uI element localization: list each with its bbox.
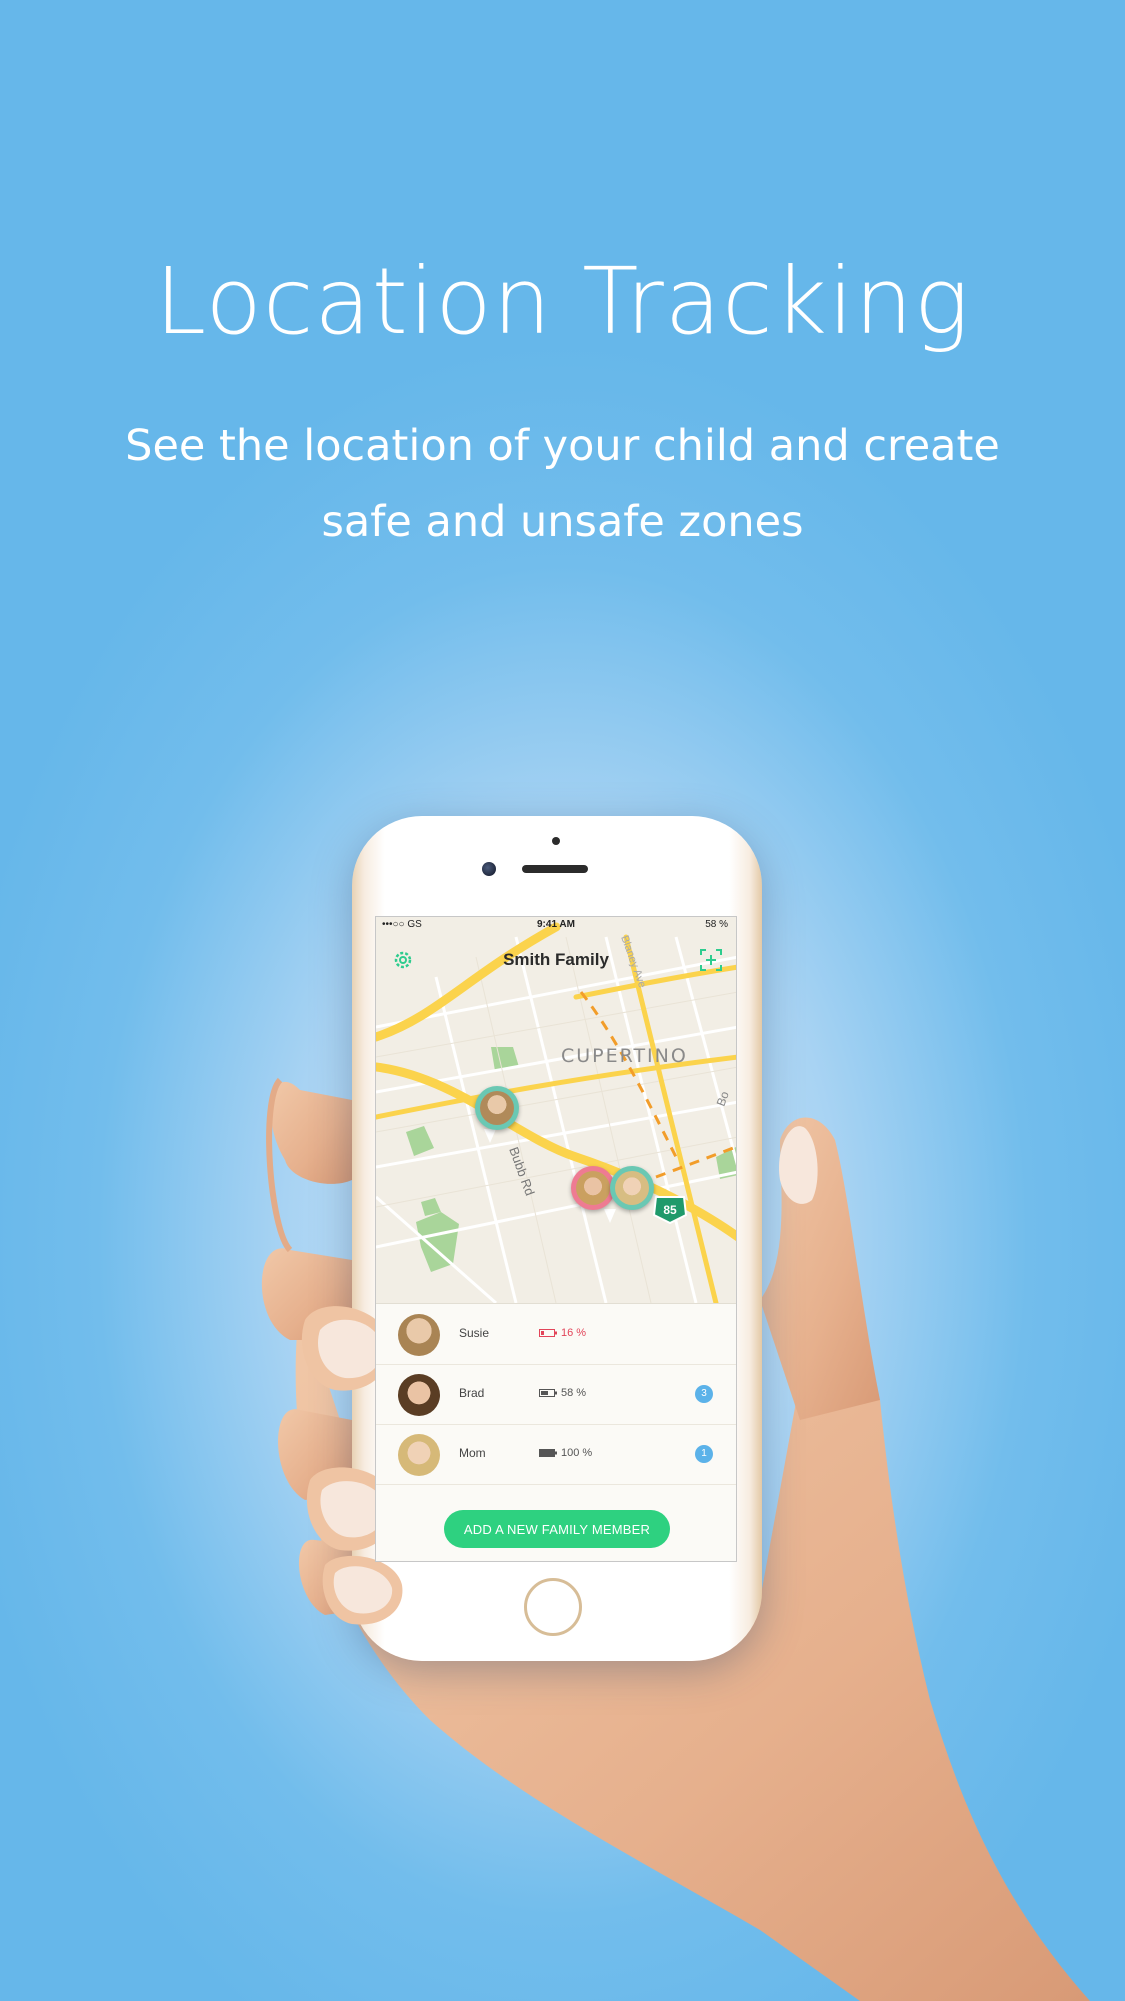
list-item[interactable]: Susie 16 %: [376, 1304, 736, 1365]
avatar: [398, 1374, 440, 1416]
earpiece-speaker: [522, 865, 588, 873]
map-pin-susie[interactable]: [475, 1086, 519, 1130]
status-time: 9:41 AM: [537, 919, 575, 930]
add-family-member-button[interactable]: ADD A NEW FAMILY MEMBER: [444, 1510, 670, 1548]
headline: Location Tracking: [154, 248, 971, 355]
member-battery: 16 %: [561, 1327, 587, 1339]
status-battery: 58 %: [705, 919, 728, 930]
susie-pin-avatar: [480, 1091, 514, 1125]
member-name: Susie: [459, 1326, 490, 1340]
highway-number: 85: [663, 1203, 677, 1217]
notification-badge[interactable]: 3: [695, 1385, 713, 1403]
avatar: [398, 1434, 440, 1476]
member-name: Brad: [459, 1386, 485, 1400]
family-member-list: Susie 16 % Brad 58 % 3 Mom 100 % 1 ADD A…: [376, 1303, 736, 1561]
list-item[interactable]: Mom 100 % 1: [376, 1424, 736, 1485]
member-battery: 58 %: [561, 1387, 587, 1399]
page-title: Smith Family: [503, 950, 609, 969]
home-button[interactable]: [524, 1578, 582, 1636]
front-camera-icon: [482, 862, 496, 876]
subheadline: See the location of your child and creat…: [125, 421, 1000, 547]
proximity-sensor: [552, 837, 560, 845]
brad-pin-avatar: [576, 1171, 610, 1205]
app-screen: CUPERTINO Bubb Rd Blaney Ave Bo 85 •••○○…: [375, 916, 737, 1562]
battery-full-icon: [539, 1449, 557, 1457]
avatar: [398, 1314, 440, 1356]
map-pin-brad[interactable]: [571, 1166, 615, 1210]
battery-low-icon: [539, 1329, 557, 1337]
status-bar: •••○○ GS 9:41 AM 58 %: [376, 917, 736, 933]
map-label-city: CUPERTINO: [561, 1045, 688, 1067]
list-item[interactable]: Brad 58 % 3: [376, 1364, 736, 1425]
add-zone-icon[interactable]: [698, 947, 724, 973]
mom-pin-avatar: [615, 1171, 649, 1205]
battery-half-icon: [539, 1389, 557, 1397]
map-pin-mom[interactable]: [610, 1166, 654, 1210]
map-view[interactable]: CUPERTINO Bubb Rd Blaney Ave Bo 85: [376, 917, 736, 1303]
notification-badge[interactable]: 1: [695, 1445, 713, 1463]
member-battery: 100 %: [561, 1447, 593, 1459]
member-name: Mom: [459, 1446, 486, 1460]
